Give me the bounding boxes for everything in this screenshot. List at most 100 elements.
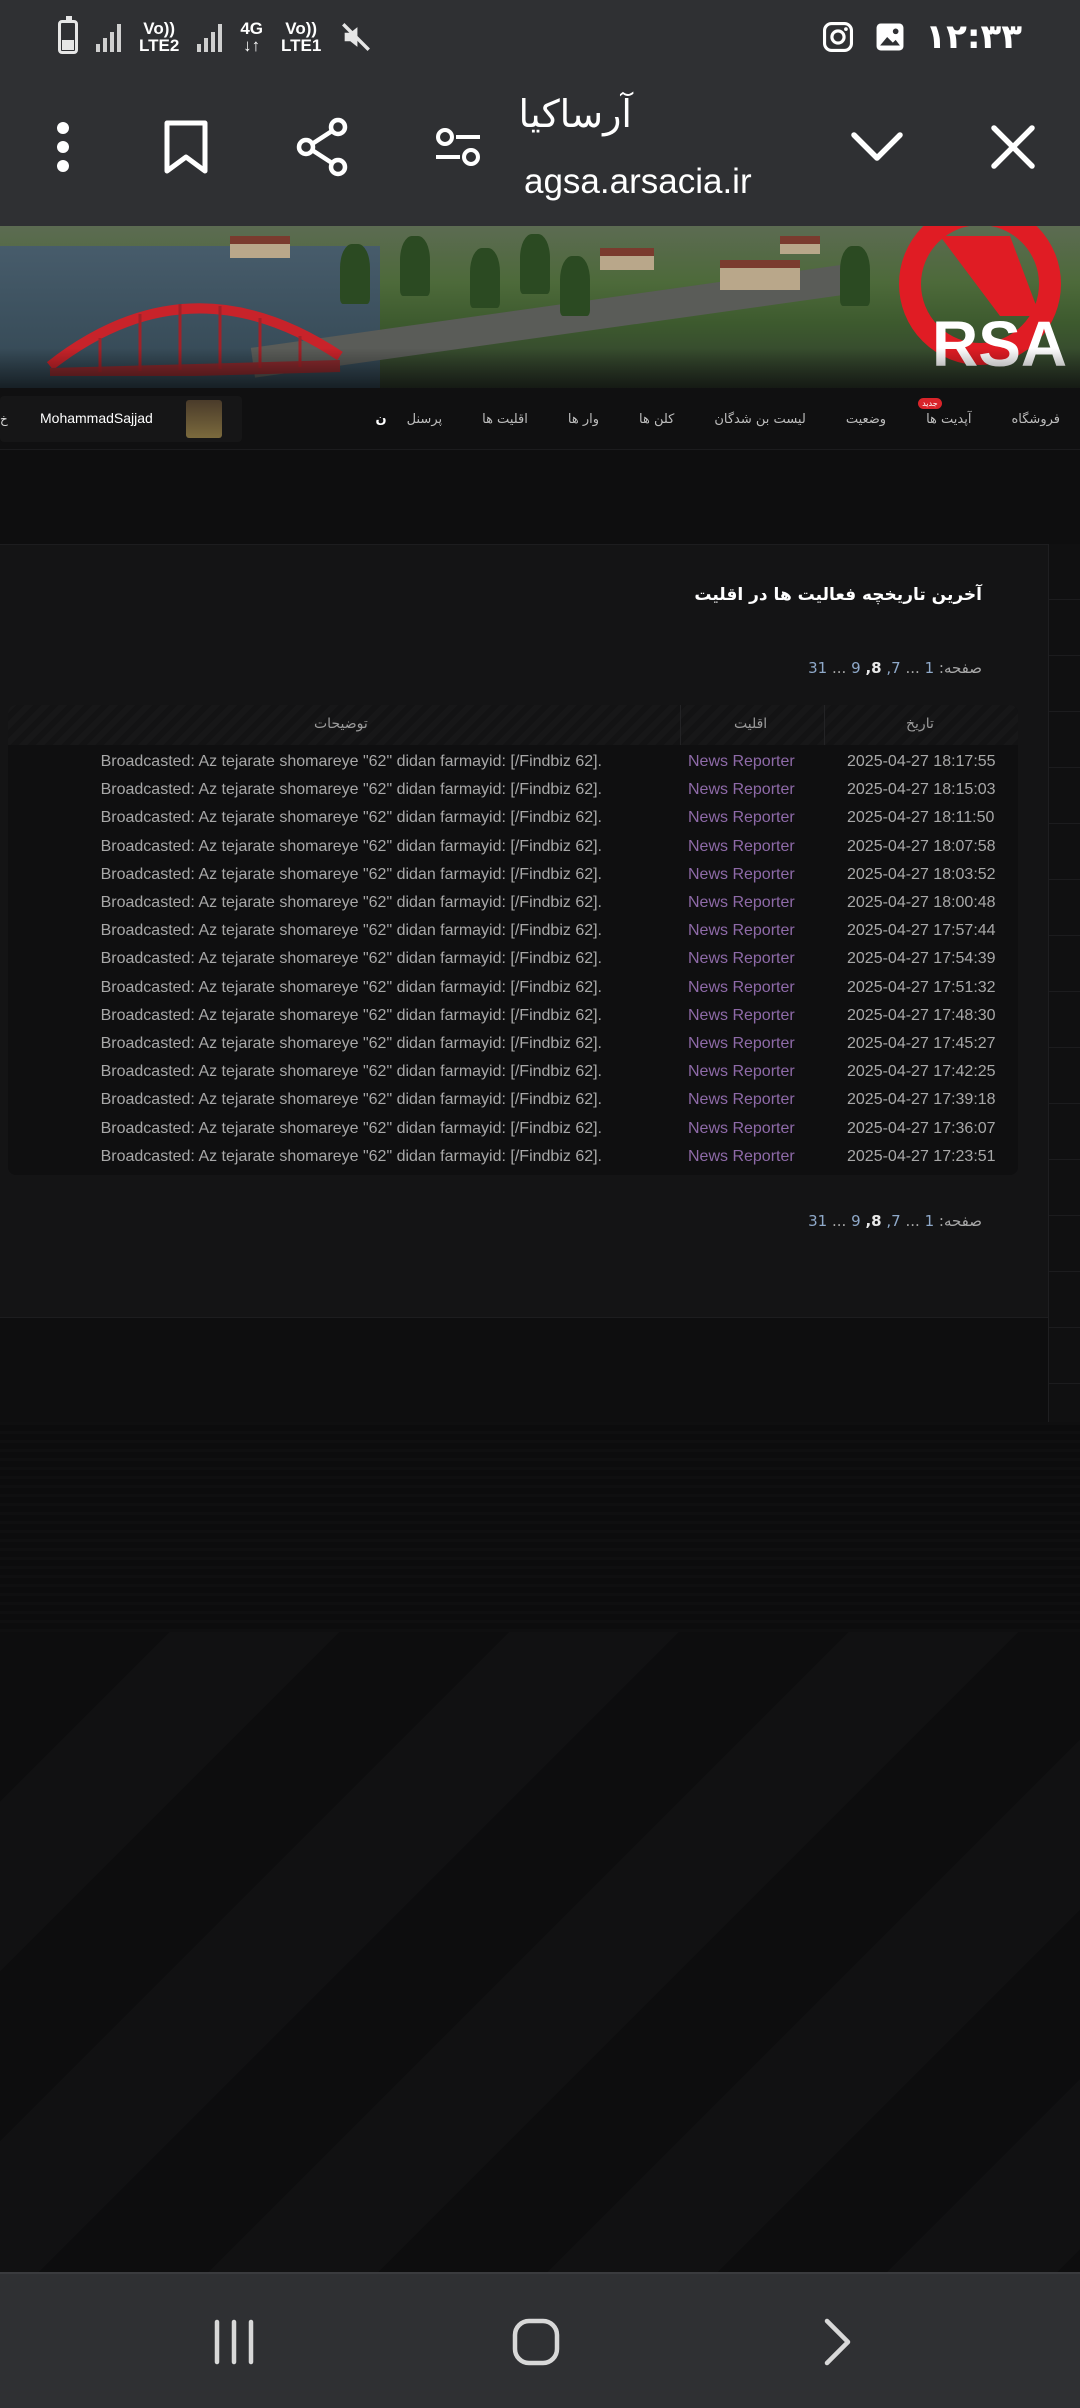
network-indicator-lte1: Vo)) LTE1 (281, 19, 322, 55)
cell-category[interactable]: News Reporter (688, 781, 795, 799)
cell-category[interactable]: News Reporter (688, 1148, 795, 1166)
page-link[interactable]: 1 (925, 659, 935, 677)
cell-category[interactable]: News Reporter (688, 979, 795, 997)
cell-category[interactable]: News Reporter (688, 809, 795, 827)
nav-item-banlist[interactable]: لیست بن شدگان (694, 412, 825, 427)
cell-description: Broadcasted: Az tejarate shomareye "62" … (100, 894, 602, 911)
instagram-icon (823, 21, 854, 53)
cell-category[interactable]: News Reporter (688, 753, 795, 771)
nav-item-shop[interactable]: فروشگاه (991, 412, 1080, 427)
table-header: تاریخ اقلیت توضیحات (8, 705, 1018, 745)
web-content: RSA ن پرسنل اقلیت ها وار ها کلن ها لیست … (0, 226, 1080, 2272)
cell-description: Broadcasted: Az tejarate shomareye "62" … (100, 922, 602, 940)
recents-icon[interactable] (196, 2304, 272, 2380)
table-row: 2025-04-27 17:54:39 News Reporter Broadcas… (8, 946, 1018, 974)
page-link[interactable]: 1 (925, 1212, 935, 1230)
back-icon[interactable] (800, 2304, 876, 2380)
page-link[interactable]: 9 (851, 1212, 861, 1230)
cell-description: Broadcasted: Az tejarate shomareye "62" … (100, 1147, 602, 1165)
side-strip (1048, 544, 1080, 1464)
cell-description: Broadcasted: Az tejarate shomareye "62" … (100, 753, 602, 770)
content-panel: آخرین تاریخچه فعالیت ها در اقلیت صفحه: 1… (0, 544, 1048, 1318)
pager-label: صفحه: (938, 1212, 982, 1230)
page-link[interactable]: 31 (808, 1212, 827, 1230)
table-row: 2025-04-27 17:36:07 News Reporter Broadcas… (8, 1116, 1018, 1144)
cell-category[interactable]: News Reporter (688, 1063, 795, 1081)
custom-tab-header: آرساکیا agsa.arsacia.ir (0, 72, 1080, 226)
table-row: 2025-04-27 17:51:32 News Reporter Broadcas… (8, 975, 1018, 1003)
cell-description: Broadcasted: Az tejarate shomareye "62" … (100, 1119, 602, 1137)
table-row: 2025-04-27 18:03:52 News Reporter Broadcas… (8, 862, 1018, 890)
cell-date: 2025-04-27 18:03:52 (847, 865, 996, 883)
chevron-down-icon[interactable] (842, 112, 912, 182)
cell-description: Broadcasted: Az tejarate shomareye "62" … (100, 950, 602, 968)
avatar (186, 400, 222, 438)
bookmark-icon[interactable] (151, 112, 221, 182)
site-nav: ن پرسنل اقلیت ها وار ها کلن ها لیست بن ش… (0, 388, 1080, 450)
share-icon[interactable] (287, 112, 357, 182)
page-link[interactable]: 7, (886, 659, 900, 677)
cell-date: 2025-04-27 17:57:44 (847, 922, 996, 940)
signal-icon (96, 22, 121, 52)
username: MohammadSajjad (40, 410, 153, 426)
tune-icon[interactable] (423, 112, 493, 182)
status-right: ۱۲:۳۳ (821, 14, 1022, 60)
cell-category[interactable]: News Reporter (688, 894, 795, 912)
home-icon[interactable] (498, 2304, 574, 2380)
pager-ellipsis: ... (905, 1212, 920, 1230)
cell-category[interactable]: News Reporter (688, 838, 795, 856)
status-bar: Vo)) LTE2 4G ↓↑ Vo)) LTE1 ۱۲:۳۳ (0, 0, 1080, 72)
page-title: آرساکیا (518, 92, 632, 136)
page-link[interactable]: 31 (808, 659, 827, 677)
nav-item-personnel[interactable]: پرسنل (387, 412, 462, 427)
cell-description: Broadcasted: Az tejarate shomareye "62" … (100, 1006, 602, 1024)
nav-item-updates[interactable]: آپدیت ها جدید (906, 397, 991, 427)
cell-category[interactable]: News Reporter (688, 950, 795, 968)
column-header-category: اقلیت (734, 716, 768, 732)
table-row: 2025-04-27 17:48:30 News Reporter Broadcas… (8, 1003, 1018, 1031)
user-menu[interactable]: خ MohammadSajjad (0, 396, 242, 442)
table-row: 2025-04-27 18:15:03 News Reporter Broadcas… (8, 777, 1018, 805)
cell-category[interactable]: News Reporter (688, 1091, 795, 1109)
page-background (0, 1632, 1080, 2272)
cell-category[interactable]: News Reporter (688, 1007, 795, 1025)
cell-date: 2025-04-27 17:23:51 (847, 1147, 996, 1165)
cell-category[interactable]: News Reporter (688, 1120, 795, 1138)
cell-date: 2025-04-27 18:00:48 (847, 894, 996, 911)
cell-date: 2025-04-27 17:36:07 (847, 1119, 996, 1137)
signal-icon (197, 22, 223, 52)
cell-category[interactable]: News Reporter (688, 922, 795, 940)
page-current: 8, (865, 659, 882, 677)
battery-icon (58, 16, 78, 54)
cell-date: 2025-04-27 18:07:58 (847, 837, 996, 855)
section-title: آخرین تاریخچه فعالیت ها در اقلیت (694, 585, 982, 605)
cell-date: 2025-04-27 18:11:50 (847, 809, 995, 827)
cell-date: 2025-04-27 17:51:32 (847, 978, 996, 996)
nav-item-clans[interactable]: کلن ها (619, 412, 694, 427)
page-url[interactable]: agsa.arsacia.ir (524, 162, 752, 202)
cell-description: Broadcasted: Az tejarate shomareye "62" … (100, 978, 602, 996)
close-icon[interactable] (978, 112, 1048, 182)
cell-category[interactable]: News Reporter (688, 866, 795, 884)
table-row: 2025-04-27 17:45:27 News Reporter Broadcas… (8, 1031, 1018, 1059)
cell-description: Broadcasted: Az tejarate shomareye "62" … (100, 837, 602, 855)
pager-ellipsis: ... (905, 659, 920, 677)
pager-ellipsis: ... (832, 1212, 847, 1230)
nav-item-partial[interactable]: ن (356, 412, 387, 427)
network-indicator-lte2: Vo)) LTE2 (139, 19, 180, 55)
cell-category[interactable]: News Reporter (688, 1035, 795, 1053)
nav-item-wars[interactable]: وار ها (548, 412, 619, 427)
new-badge: جدید (918, 397, 942, 409)
page-link[interactable]: 7, (886, 1212, 900, 1230)
network-indicator-4g: 4G ↓↑ (240, 19, 263, 55)
more-vert-icon[interactable] (28, 112, 98, 182)
nav-item-updates-label: آپدیت ها (926, 411, 972, 427)
nav-item-status[interactable]: وضعیت (826, 412, 906, 427)
nav-item-minorities[interactable]: اقلیت ها (462, 412, 548, 427)
cell-description: Broadcasted: Az tejarate shomareye "62" … (100, 809, 602, 827)
page-link[interactable]: 9 (851, 659, 861, 677)
cell-date: 2025-04-27 17:45:27 (847, 1035, 996, 1052)
pagination-top: صفحه: 1 ... 7, 8, 9 ... 31 (808, 659, 982, 677)
table-row: 2025-04-27 17:42:25 News Reporter Broadcas… (8, 1059, 1018, 1087)
gallery-icon (876, 23, 904, 51)
